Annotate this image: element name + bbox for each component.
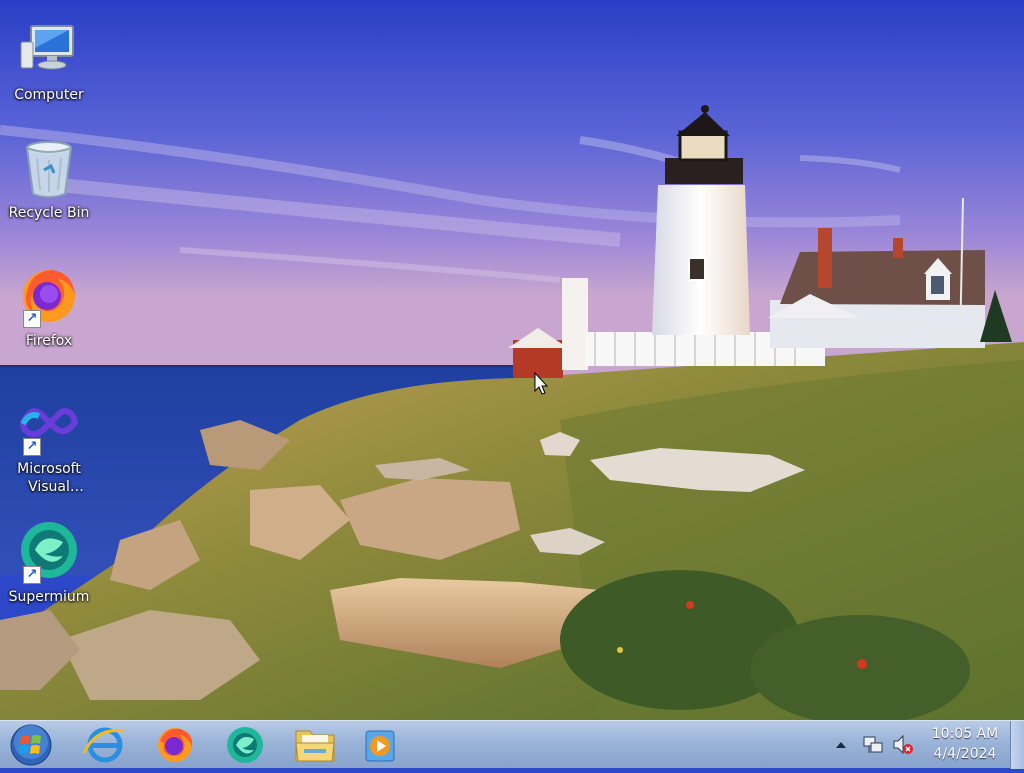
shortcut-arrow-icon: ↗ [23, 310, 41, 328]
network-icon [863, 736, 883, 753]
clock-time: 10:05 AM [931, 726, 999, 742]
show-hidden-icons-button[interactable] [832, 721, 850, 769]
recycle-bin-icon [17, 136, 81, 200]
desktop-icon-label: Recycle Bin [8, 205, 90, 221]
media-player-icon [365, 730, 395, 762]
taskbar-firefox[interactable] [146, 723, 204, 767]
taskbar: 10:05 AM 4/4/2024 [0, 720, 1024, 769]
desktop-icon-label: Firefox [25, 333, 73, 349]
internet-explorer-icon [82, 727, 125, 763]
shortcut-arrow-icon: ↗ [23, 438, 41, 456]
firefox-icon [158, 728, 193, 762]
desktop-icon-visual-studio[interactable]: ↗ Microsoft Visual Studi... [2, 384, 96, 494]
shortcut-arrow-icon: ↗ [23, 566, 41, 584]
supermium-icon [227, 727, 263, 763]
visual-studio-icon: ↗ [17, 392, 81, 456]
volume-tray-button[interactable] [890, 721, 916, 769]
desktop-icon-label: Supermium [8, 589, 90, 605]
show-hidden-icons-icon [836, 742, 846, 748]
file-explorer-icon [295, 730, 335, 762]
firefox-icon: ↗ [17, 264, 81, 328]
show-desktop-button[interactable] [1010, 721, 1024, 769]
desktop-icon-firefox[interactable]: ↗ Firefox [2, 256, 96, 366]
taskbar-internet-explorer[interactable] [76, 723, 134, 767]
taskbar-supermium[interactable] [216, 723, 274, 767]
network-tray-button[interactable] [860, 721, 886, 769]
desktop-icon-recycle-bin[interactable]: Recycle Bin [2, 128, 96, 238]
taskbar-media-player[interactable] [352, 723, 410, 767]
volume-muted-icon [893, 734, 913, 755]
desktop-wallpaper [0, 0, 1024, 725]
windows-logo-icon [10, 724, 52, 766]
computer-icon [17, 18, 81, 82]
desktop-icon-label: Microsoft Visual Studi... [17, 461, 81, 494]
clock-date: 4/4/2024 [933, 746, 997, 762]
taskbar-file-explorer[interactable] [286, 723, 344, 767]
start-button[interactable] [8, 723, 54, 767]
supermium-icon: ↗ [17, 520, 81, 584]
desktop-icon-computer[interactable]: Computer [2, 10, 96, 120]
desktop-icon-supermium[interactable]: ↗ Supermium [2, 512, 96, 622]
desktop-icon-label: Computer [14, 87, 84, 103]
system-clock[interactable]: 10:05 AM 4/4/2024 [922, 724, 1008, 766]
